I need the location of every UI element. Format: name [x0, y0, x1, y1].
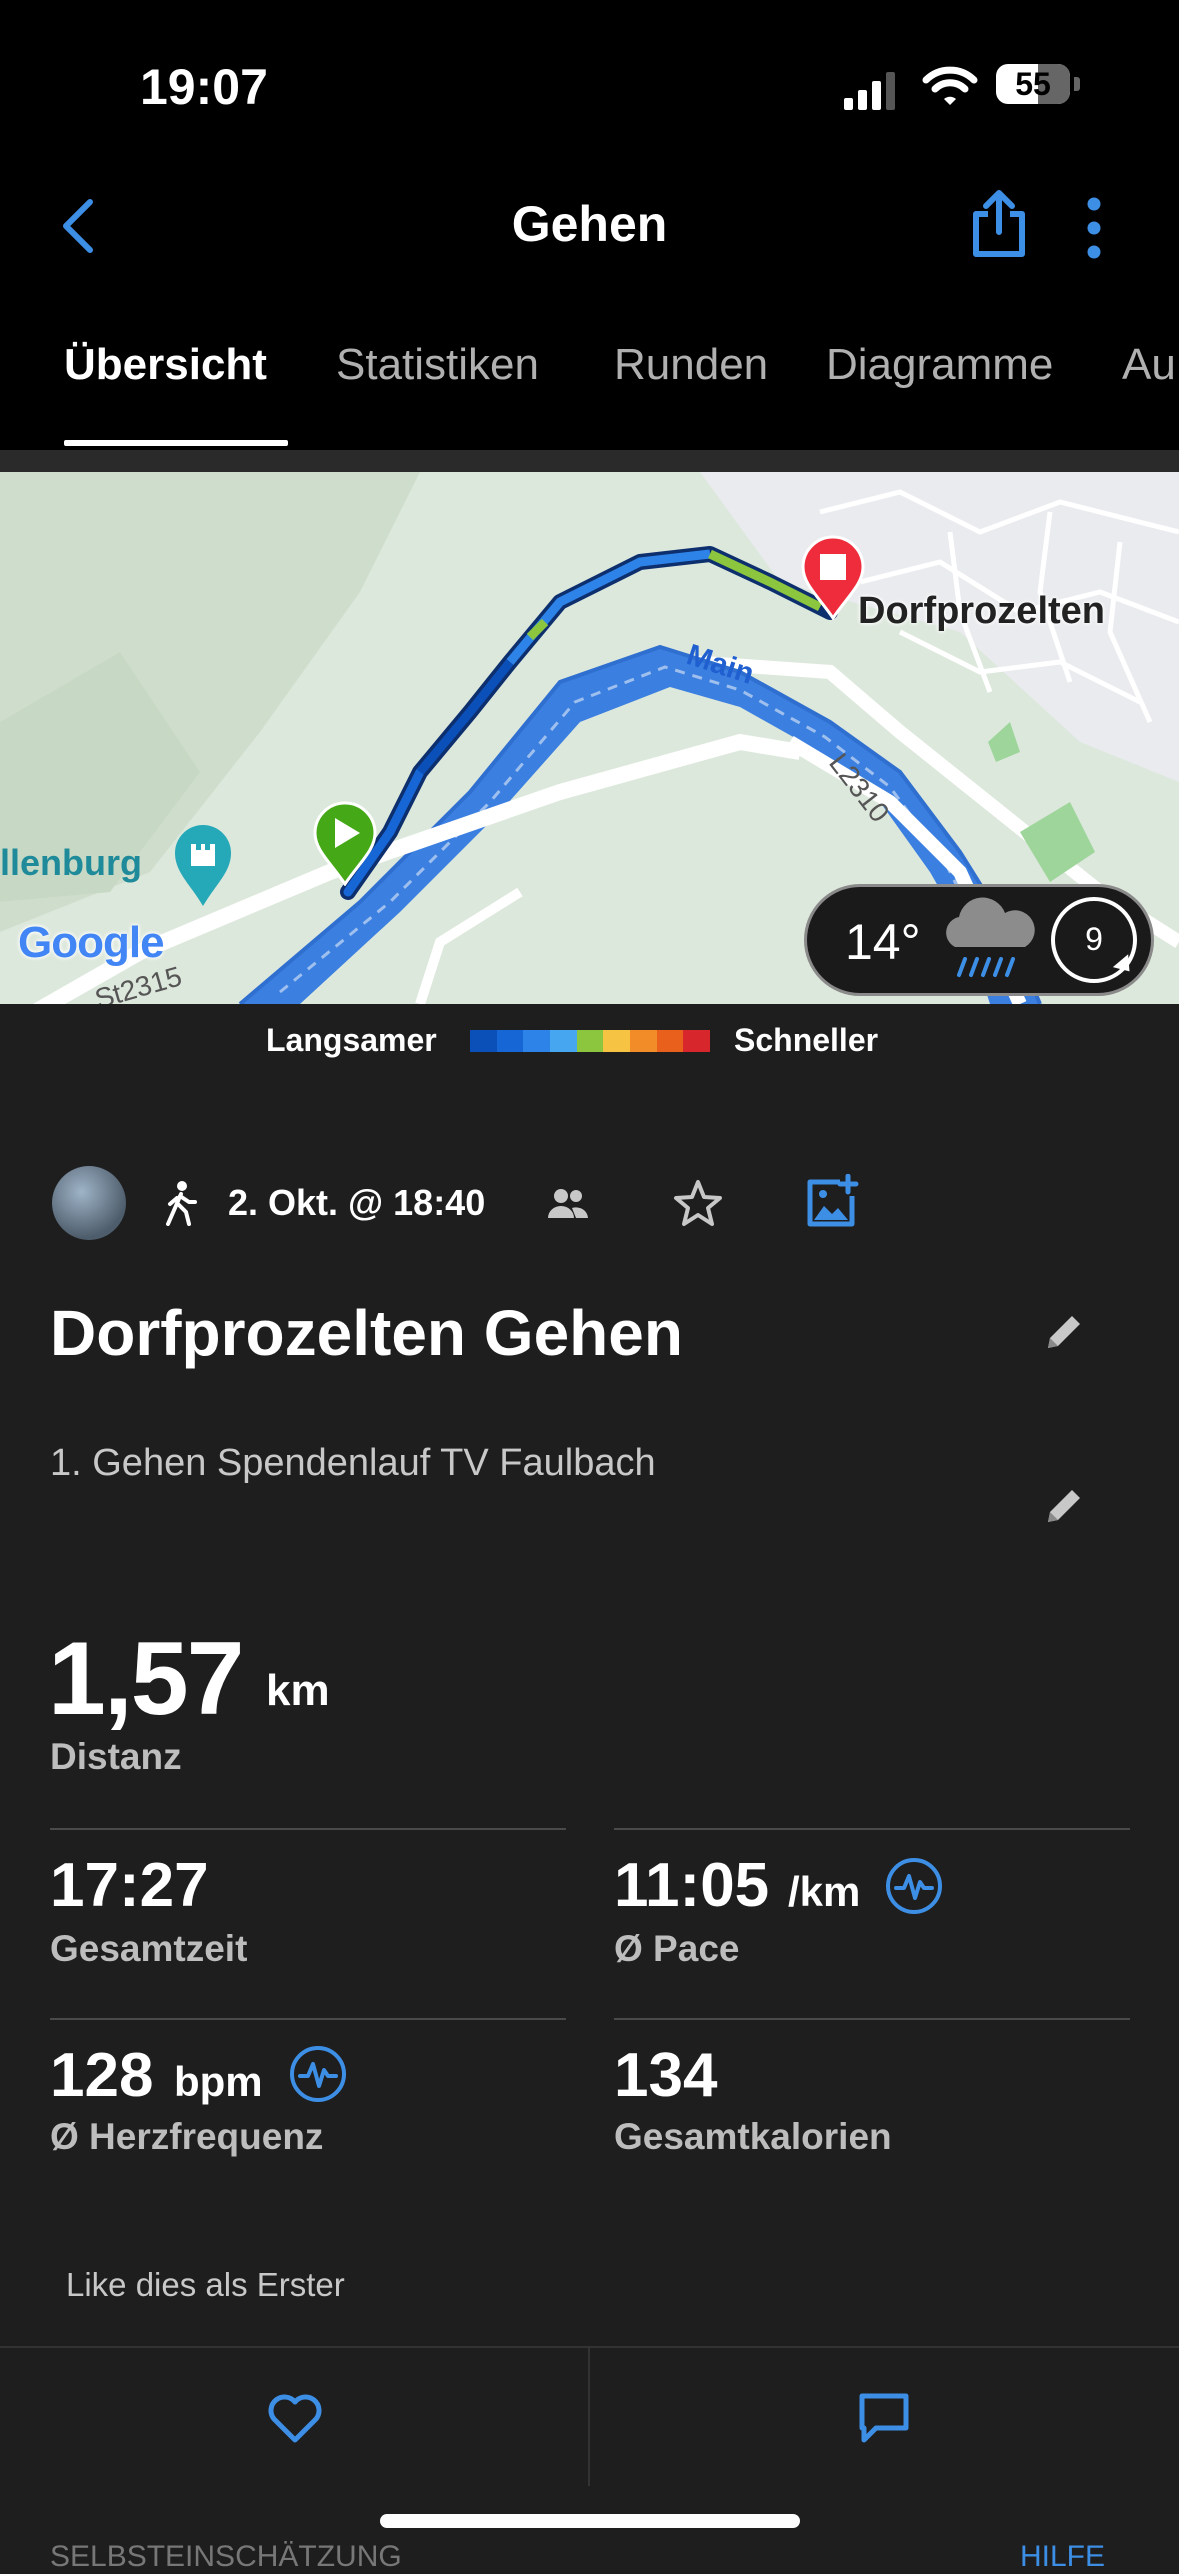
heart-rate-pulse-icon[interactable]: [288, 2044, 348, 2109]
route-map[interactable]: Dorfprozelten Main L2310 St2315 llenburg…: [0, 472, 1179, 1004]
tab-laps[interactable]: Runden: [614, 340, 768, 390]
self-evaluation-header: SELBSTEINSCHÄTZUNG: [50, 2540, 402, 2573]
pace-pulse-icon[interactable]: [884, 1856, 944, 1921]
comment-icon[interactable]: [856, 2390, 912, 2451]
help-link[interactable]: HILFE: [1020, 2540, 1105, 2574]
temperature: 14°: [845, 914, 921, 970]
star-icon[interactable]: [672, 1178, 724, 1235]
people-icon[interactable]: [546, 1186, 590, 1227]
tab-overview[interactable]: Übersicht: [64, 340, 267, 390]
heart-rate-label: Ø Herzfrequenz: [50, 2116, 324, 2157]
activity-title: Dorfprozelten Gehen: [50, 1297, 683, 1369]
avatar[interactable]: [52, 1166, 126, 1240]
battery-level: 55: [1015, 66, 1051, 102]
tab-charts[interactable]: Diagramme: [826, 340, 1053, 390]
google-logo: Google: [18, 918, 165, 967]
walking-icon: [162, 1180, 198, 1231]
edit-description-pencil-icon[interactable]: [1042, 1484, 1086, 1533]
activity-description: 1. Gehen Spendenlauf TV Faulbach: [50, 1442, 656, 1484]
map-provider-logo: Google: [18, 918, 165, 968]
map-poi-label: llenburg: [0, 842, 142, 883]
pace-label: Ø Pace: [614, 1928, 740, 1969]
rain-cloud-icon: [937, 897, 1037, 988]
weather-widget[interactable]: 14° 9: [804, 884, 1154, 996]
signal-icon: [844, 70, 900, 115]
calories-label: Gesamtkalorien: [614, 2116, 892, 2157]
pace-unit: /km: [788, 1868, 861, 1915]
divider: [614, 2018, 1130, 2020]
heart-rate-unit: bpm: [174, 2058, 263, 2105]
tab-more[interactable]: Au: [1122, 340, 1176, 390]
add-photo-icon[interactable]: [806, 1173, 860, 1235]
divider: [588, 2346, 590, 2486]
home-indicator: [380, 2514, 800, 2528]
distance-value: 1,57: [48, 1621, 244, 1737]
legend-faster-label: Schneller: [734, 1022, 879, 1058]
edit-title-pencil-icon[interactable]: [1042, 1310, 1086, 1359]
status-time: 19:07: [140, 59, 268, 115]
battery-icon: 55: [996, 64, 1080, 104]
divider: [614, 1828, 1130, 1830]
castle-poi-icon[interactable]: [172, 822, 234, 913]
pace-color-legend: [470, 1030, 711, 1052]
distance-label: Distanz: [50, 1736, 182, 1777]
active-tab-indicator: [64, 440, 288, 446]
wind-gauge: 9: [1051, 897, 1138, 983]
total-time-value: 17:27: [50, 1851, 209, 1920]
wind-speed: 9: [1085, 921, 1103, 957]
distance-unit: km: [266, 1666, 330, 1715]
calories-value: 134: [614, 2041, 718, 2110]
map-town-label: Dorfprozelten: [858, 590, 1105, 632]
wifi-icon: [922, 64, 978, 113]
activity-date: 2. Okt. @ 18:40: [228, 1182, 486, 1223]
divider: [0, 450, 1179, 472]
like-prompt: Like dies als Erster: [66, 2266, 345, 2303]
like-heart-icon[interactable]: [266, 2392, 324, 2449]
pace-value: 11:05: [614, 1851, 770, 1920]
legend-slower-label: Langsamer: [266, 1022, 437, 1058]
finish-marker-icon[interactable]: [800, 534, 866, 625]
divider: [50, 1828, 566, 1830]
tab-bar: Übersicht Statistiken Runden Diagramme A…: [0, 340, 1179, 450]
start-marker-icon[interactable]: [312, 800, 378, 891]
share-icon[interactable]: [968, 188, 1030, 265]
total-time-label: Gesamtzeit: [50, 1928, 248, 1969]
divider: [50, 2018, 566, 2020]
more-options-icon[interactable]: [1086, 196, 1102, 265]
tab-statistics[interactable]: Statistiken: [336, 340, 539, 390]
heart-rate-value: 128: [50, 2041, 154, 2110]
